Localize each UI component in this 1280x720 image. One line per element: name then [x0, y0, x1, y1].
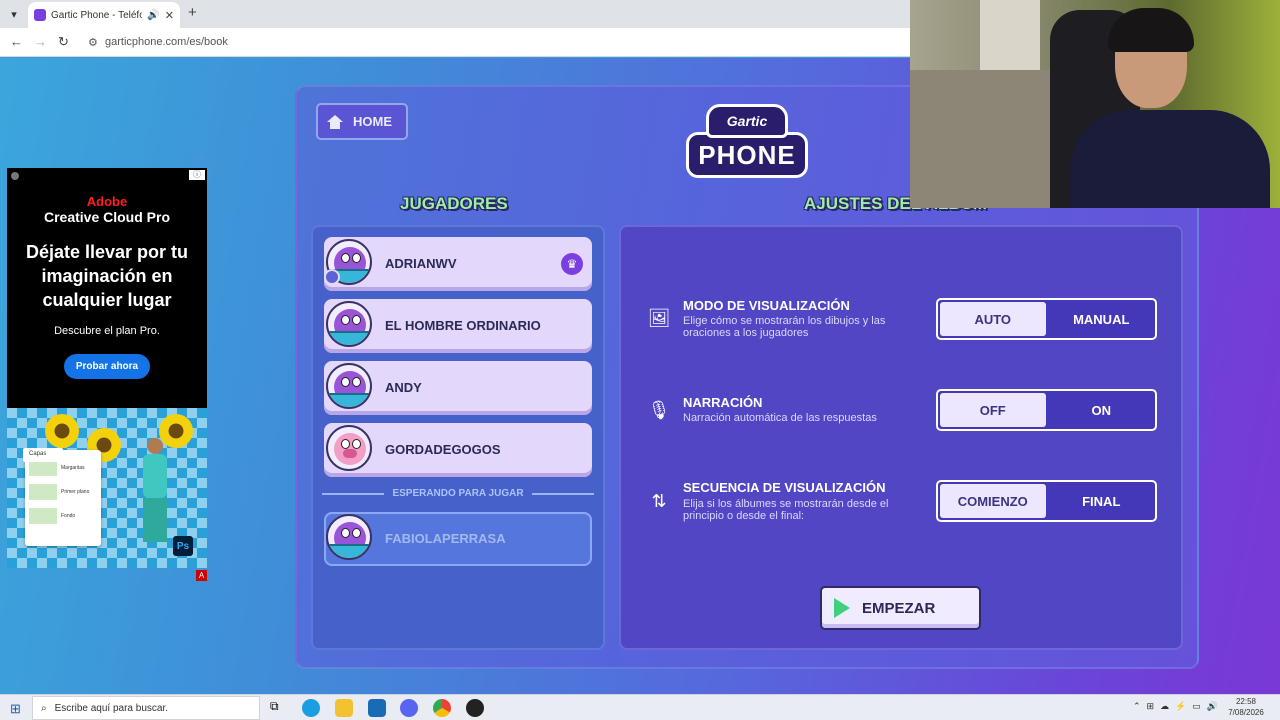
setting-title: MODO DE VISUALIZACIÓN: [683, 298, 850, 313]
logo-top-text: Gartic: [726, 113, 768, 129]
image-icon: 🖼: [647, 307, 671, 328]
ad-product: Creative Cloud Pro: [43, 209, 171, 225]
flower-icon: [45, 414, 79, 448]
option-auto[interactable]: AUTO: [940, 302, 1046, 336]
avatar: [326, 301, 372, 347]
ad-layer: Fondo: [29, 506, 97, 526]
player-name: FABIOLAPERRASA: [385, 531, 506, 546]
player-name: ADRIANWV: [385, 256, 457, 271]
setting-title: NARRACIÓN: [683, 395, 763, 410]
tab-title: Gartic Phone - Teléfono De: [51, 9, 143, 21]
players-title: JUGADORES: [400, 194, 508, 213]
setting-description: Elige cómo se mostrarán los dibujos y la…: [683, 315, 886, 339]
sequence-toggle[interactable]: COMIENZO FINAL: [936, 480, 1157, 522]
microphone-icon: 🎙: [647, 399, 671, 420]
setting-description: Narración automática de las respuestas: [683, 412, 877, 424]
ad-image: Margaritas Primer plano Fondo Capas Ps: [7, 408, 207, 568]
adchoices-icon[interactable]: [11, 172, 19, 180]
close-icon[interactable]: ✕: [165, 9, 174, 22]
sort-arrows-icon: ⇅: [651, 490, 667, 511]
store-icon[interactable]: [368, 699, 386, 717]
player-name: ANDY: [385, 380, 422, 395]
ad-badge-icon[interactable]: A: [196, 570, 207, 581]
start-button[interactable]: EMPEZAR: [820, 586, 981, 630]
option-off[interactable]: OFF: [940, 393, 1046, 427]
avatar: [326, 363, 372, 409]
home-icon: [327, 114, 343, 129]
option-manual[interactable]: MANUAL: [1048, 300, 1156, 338]
logo-bottom-text: PHONE: [698, 139, 796, 170]
taskbar: ⊞ ⌕ Escribe aquí para buscar. ⧉ ⌃⊞☁⚡▭🔊 2…: [0, 694, 1280, 720]
player-card[interactable]: EL HOMBRE ORDINARIO: [324, 299, 592, 353]
clock[interactable]: 22:58 7/08/2026: [1226, 696, 1266, 718]
waiting-divider: ESPERANDO PARA JUGAR: [322, 488, 595, 499]
player-name: EL HOMBRE ORDINARIO: [385, 318, 541, 333]
narration-toggle[interactable]: OFF ON: [936, 389, 1157, 431]
play-icon: [834, 598, 850, 618]
ad-panel-title: Capas: [23, 448, 63, 462]
search-icon: ⌕: [41, 702, 47, 714]
ad-brand: Adobe: [86, 194, 128, 209]
ad-headline: Déjate llevar por tu imaginación en cual…: [25, 242, 189, 310]
task-view-icon[interactable]: ⧉: [270, 699, 288, 717]
crown-icon: ♛: [561, 253, 583, 275]
windows-start-icon[interactable]: ⊞: [10, 701, 21, 717]
obs-icon[interactable]: [466, 699, 484, 717]
reload-icon[interactable]: ↻: [58, 34, 69, 50]
option-final[interactable]: FINAL: [1048, 482, 1156, 520]
new-tab-icon[interactable]: +: [188, 4, 197, 21]
ad-info-icon[interactable]: ⓘ: [189, 170, 205, 180]
player-card[interactable]: ADRIANWV ♛: [324, 237, 592, 291]
favicon-icon: [34, 9, 46, 21]
avatar: [326, 514, 372, 560]
file-explorer-icon[interactable]: [335, 699, 353, 717]
edge-icon[interactable]: [302, 699, 320, 717]
clock-time: 22:58: [1235, 697, 1257, 706]
setting-title: SECUENCIA DE VISUALIZACIÓN: [683, 480, 886, 495]
player-name: GORDADEGOGOS: [385, 442, 501, 457]
clock-date: 7/08/2026: [1228, 708, 1264, 717]
forward-icon[interactable]: →: [34, 34, 47, 49]
ad-person-illustration: [135, 438, 175, 548]
avatar: [326, 425, 372, 471]
start-label: EMPEZAR: [862, 599, 936, 617]
player-card[interactable]: GORDADEGOGOS: [324, 423, 592, 477]
advertisement[interactable]: ⓘ Adobe Creative Cloud Pro Déjate llevar…: [7, 168, 207, 568]
system-tray-icons[interactable]: ⌃⊞☁⚡▭🔊: [1133, 701, 1224, 712]
ad-subtext: Descubre el plan Pro.: [54, 325, 160, 337]
user-badge-icon: [324, 269, 340, 285]
option-comienzo[interactable]: COMIENZO: [940, 484, 1046, 518]
url-field[interactable]: garticphone.com/es/book: [105, 36, 228, 48]
setting-description: Elija si los álbumes se mostrarán desde …: [683, 498, 889, 522]
tab-search-icon[interactable]: ▾: [4, 4, 24, 24]
webcam-overlay: [910, 0, 1280, 208]
ad-cta-button[interactable]: Probar ahora: [64, 354, 150, 379]
audio-icon[interactable]: 🔊: [147, 10, 159, 21]
browser-tab[interactable]: Gartic Phone - Teléfono De 🔊 ✕: [28, 2, 180, 28]
site-info-icon[interactable]: ⚙: [88, 36, 98, 49]
discord-icon[interactable]: [400, 699, 418, 717]
waiting-player-card[interactable]: FABIOLAPERRASA: [324, 512, 592, 566]
taskbar-search[interactable]: ⌕ Escribe aquí para buscar.: [32, 696, 260, 720]
home-label: HOME: [353, 114, 392, 129]
back-icon[interactable]: ←: [10, 34, 23, 49]
display-mode-toggle[interactable]: AUTO MANUAL: [936, 298, 1157, 340]
photoshop-icon: Ps: [173, 536, 193, 556]
player-card[interactable]: ANDY: [324, 361, 592, 415]
home-button[interactable]: HOME: [316, 103, 408, 140]
chrome-icon[interactable]: [433, 699, 451, 717]
ad-layers-panel: Margaritas Primer plano Fondo: [25, 450, 101, 546]
search-placeholder: Escribe aquí para buscar.: [54, 702, 169, 714]
waiting-label: ESPERANDO PARA JUGAR: [392, 488, 524, 499]
ad-layer: Primer plano: [29, 482, 97, 502]
option-on[interactable]: ON: [1048, 391, 1156, 429]
gartic-phone-logo: PHONE Gartic: [686, 104, 808, 178]
